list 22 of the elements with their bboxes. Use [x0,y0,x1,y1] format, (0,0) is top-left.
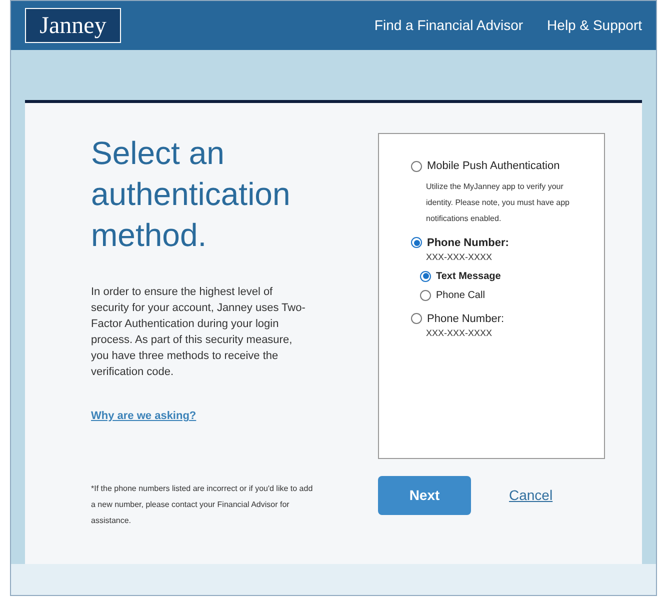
radio-button[interactable] [411,237,422,248]
phone-number: XXX-XXX-XXXX [426,327,494,340]
option-label[interactable]: Phone Number: [427,310,504,327]
option-label[interactable]: Mobile Push Authentication [427,158,560,174]
radio-button[interactable] [420,270,431,282]
footnote: *If the phone numbers listed are incorrect or if you'd like to add a new number, please contact your Financial Advisor for assistance. [91,482,313,526]
phone-number: XXX-XXX-XXXX [426,251,494,264]
option-label[interactable]: Text Message [436,268,501,284]
nav-link[interactable]: Find a Financial Advisor [374,15,524,36]
next-button[interactable]: Next [378,476,471,515]
intro-text: In order to ensure the highest level of security for your account, Janney uses Two-Factor Authentication during your login process. As part of this security measure, you have three methods to receive the verification code. [91,285,306,380]
option-label[interactable]: Phone Number: [427,234,509,251]
option-label[interactable]: Phone Call [436,288,485,302]
option-description: Utilize the MyJanney app to verify your identity. Please note, you must have app notifications enabled. [426,180,570,224]
why-link[interactable]: Why are we asking? [91,408,196,424]
radio-button[interactable] [411,160,422,172]
radio-button[interactable] [411,313,422,324]
logo[interactable]: Janney [25,8,121,43]
nav-link[interactable]: Help & Support [547,15,642,36]
cancel-link[interactable]: Cancel [509,485,553,506]
radio-button[interactable] [420,290,431,300]
page-title: Select an authentication method. [91,134,292,255]
